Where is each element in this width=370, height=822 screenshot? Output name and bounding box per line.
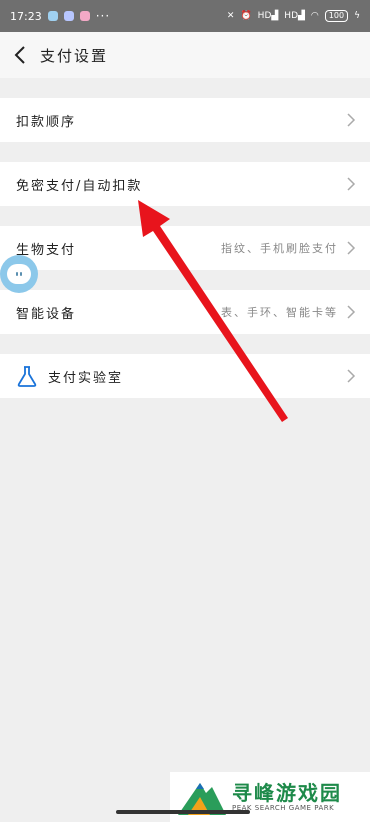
signal-icon-2: HD▟ xyxy=(284,11,305,21)
row-label: 支付实验室 xyxy=(48,370,124,386)
charging-icon: ϟ xyxy=(354,11,360,21)
app-notification-icon xyxy=(63,11,74,21)
row-label: 免密支付/自动扣款 xyxy=(16,178,143,194)
row-subtitle: 表、手环、智能卡等 xyxy=(221,306,338,319)
row-password-free-payment[interactable]: 免密支付/自动扣款 xyxy=(0,162,370,206)
row-deduction-order[interactable]: 扣款顺序 xyxy=(0,98,370,142)
watermark: 寻峰游戏园 PEAK SEARCH GAME PARK xyxy=(170,772,370,822)
watermark-title: 寻峰游戏园 xyxy=(232,781,342,805)
row-subtitle: 指纹、手机刷脸支付 xyxy=(221,242,338,255)
chevron-right-icon xyxy=(347,369,356,383)
wifi-icon: ◠ xyxy=(310,11,319,21)
battery-icon: 100 xyxy=(324,10,349,22)
row-smart-devices[interactable]: 智能设备 表、手环、智能卡等 xyxy=(0,290,370,334)
signal-icon-1: HD▟ xyxy=(257,11,279,21)
row-biometric-payment[interactable]: 生物支付 指纹、手机刷脸支付 xyxy=(0,226,370,270)
floating-assistant-icon[interactable] xyxy=(0,255,38,293)
mute-icon: ✕ xyxy=(226,11,235,21)
status-time: 17:23 xyxy=(10,9,42,23)
row-label: 生物支付 xyxy=(16,242,77,258)
header: 支付设置 xyxy=(0,32,370,78)
app-notification-icon xyxy=(79,11,90,21)
flask-icon xyxy=(17,366,37,387)
app-notification-icon xyxy=(47,11,58,21)
page-title: 支付设置 xyxy=(40,46,109,65)
row-label: 智能设备 xyxy=(16,306,77,322)
chevron-right-icon xyxy=(347,241,356,255)
row-payment-lab[interactable]: 支付实验室 xyxy=(0,354,370,398)
alarm-icon: ⏰ xyxy=(240,11,252,21)
more-notifications-icon: ··· xyxy=(95,9,111,23)
chevron-right-icon xyxy=(347,177,356,191)
chevron-right-icon xyxy=(347,113,356,127)
status-bar: 17:23 ··· ✕ ⏰ HD▟ HD▟ ◠ 100 ϟ xyxy=(0,0,370,32)
row-label: 扣款顺序 xyxy=(16,114,77,130)
back-arrow-icon xyxy=(14,46,25,64)
chevron-right-icon xyxy=(347,305,356,319)
back-button[interactable] xyxy=(0,32,40,78)
home-indicator[interactable] xyxy=(116,810,250,814)
